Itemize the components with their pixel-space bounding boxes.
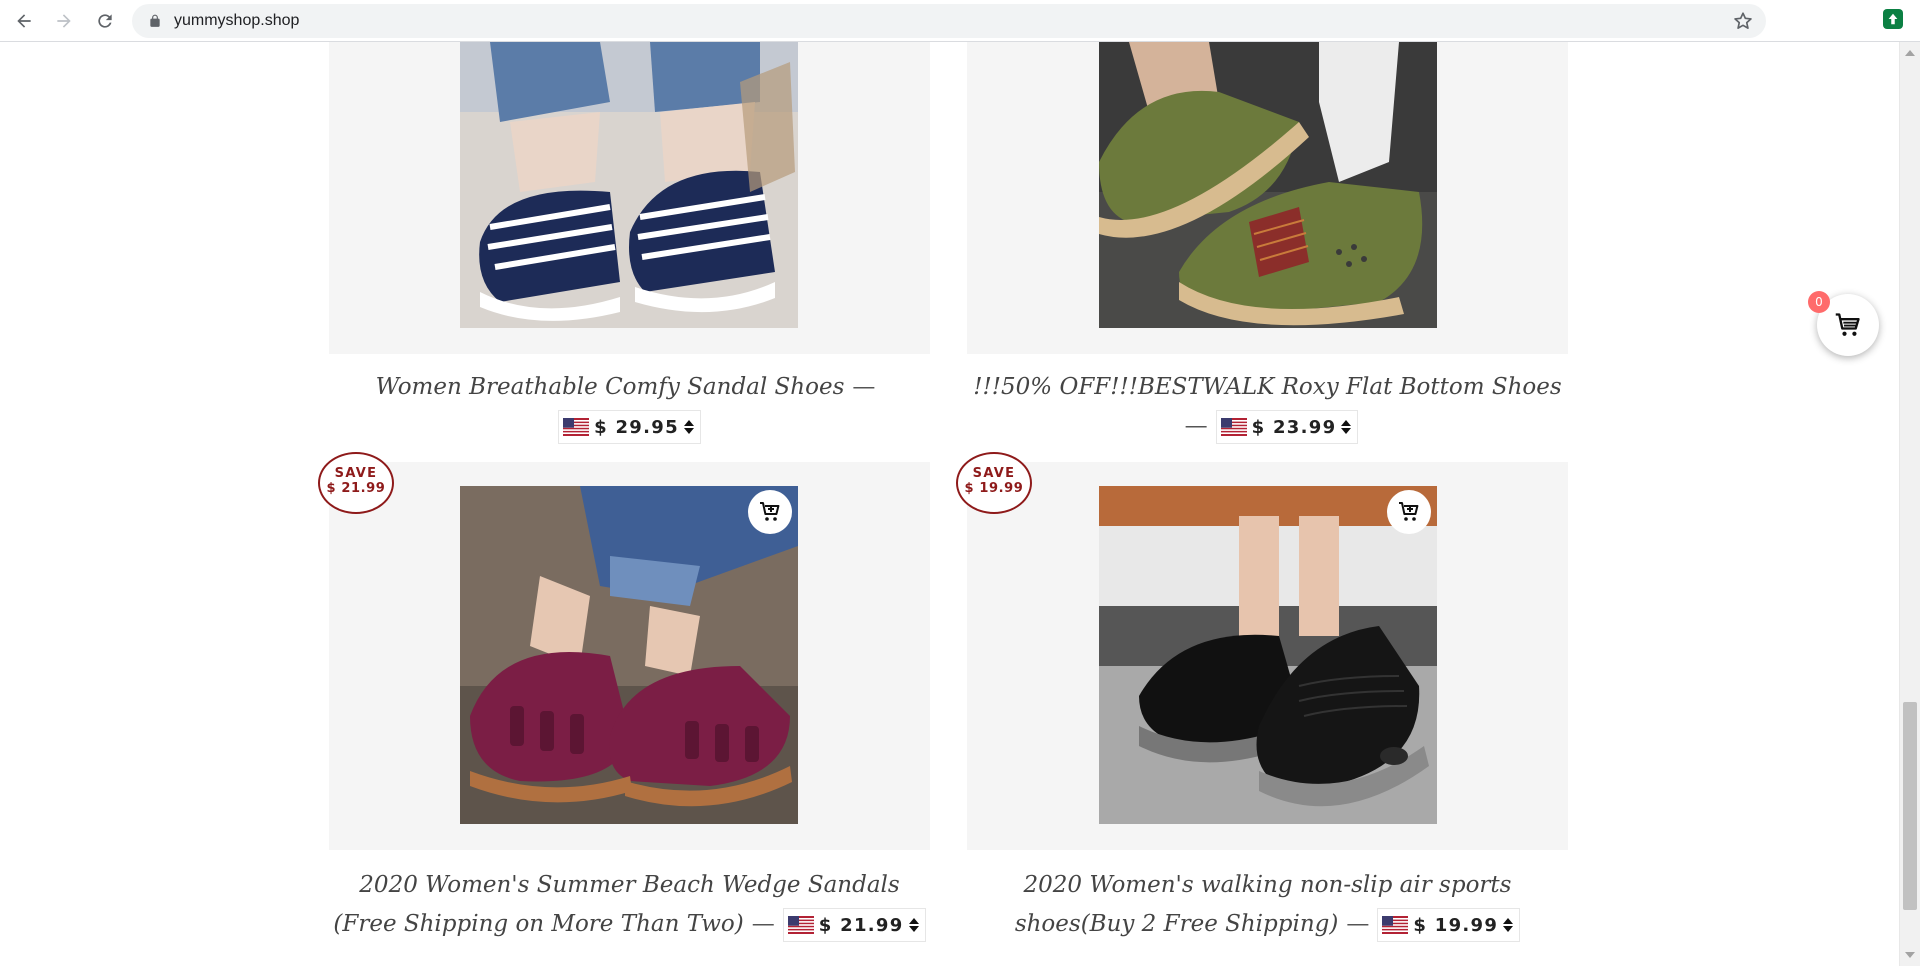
quick-add-to-cart-button[interactable] — [748, 490, 792, 534]
scrollbar-thumb[interactable] — [1903, 702, 1917, 910]
cart-icon — [1835, 313, 1860, 336]
address-bar[interactable]: yummyshop.shop — [132, 4, 1766, 38]
browser-toolbar: yummyshop.shop — [0, 0, 1920, 42]
sandal-photo — [460, 42, 798, 328]
lock-icon[interactable] — [148, 14, 162, 28]
quick-add-to-cart-button[interactable] — [1387, 490, 1431, 534]
title-separator: — — [751, 911, 775, 937]
product-image[interactable] — [460, 486, 798, 824]
us-flag-icon — [1220, 418, 1247, 436]
reload-button[interactable] — [91, 7, 119, 35]
url-text[interactable]: yummyshop.shop — [174, 12, 299, 30]
price-currency-selector[interactable]: $ 21.99 — [782, 908, 926, 942]
product-price: $ 29.95 — [594, 416, 679, 438]
us-flag-icon — [563, 418, 590, 436]
sort-caret-icon — [683, 420, 694, 434]
price-currency-selector[interactable]: $ 19.99 — [1377, 908, 1521, 942]
save-amount: $ 19.99 — [964, 481, 1024, 496]
save-badge: SAVE $ 21.99 — [318, 452, 394, 514]
product-info: 2020 Women's walking non-slip air sports… — [967, 866, 1568, 944]
save-label: SAVE — [334, 466, 378, 481]
product-price: $ 19.99 — [1413, 914, 1499, 936]
scroll-down-icon[interactable] — [1905, 952, 1915, 958]
back-button[interactable] — [10, 7, 38, 35]
title-separator: — — [852, 374, 876, 400]
product-image[interactable] — [1099, 42, 1437, 328]
sort-caret-icon — [1503, 918, 1514, 932]
forward-button[interactable] — [50, 7, 78, 35]
cart-count-badge: 0 — [1808, 291, 1830, 313]
sort-caret-icon — [908, 918, 919, 932]
extension-icon — [1888, 13, 1898, 25]
title-separator: — — [1346, 911, 1370, 937]
scroll-up-icon[interactable] — [1905, 50, 1915, 56]
back-icon — [17, 14, 31, 28]
reload-icon — [98, 14, 112, 28]
cart-plus-icon — [760, 502, 780, 521]
forward-icon — [57, 14, 71, 28]
price-currency-selector[interactable]: $ 29.95 — [558, 410, 701, 444]
product-info: !!!50% OFF!!!BESTWALK Roxy Flat Bottom S… — [967, 368, 1568, 446]
sort-caret-icon — [1341, 420, 1352, 434]
product-price: $ 21.99 — [818, 914, 904, 936]
product-title[interactable]: Women Breathable Comfy Sandal Shoes — [376, 374, 845, 400]
flat-shoe-photo — [1099, 42, 1437, 328]
us-flag-icon — [787, 916, 814, 934]
title-separator: — — [1184, 413, 1208, 439]
save-badge: SAVE $ 19.99 — [956, 452, 1032, 514]
product-image[interactable] — [1099, 486, 1437, 824]
price-currency-selector[interactable]: $ 23.99 — [1215, 410, 1359, 444]
product-title[interactable]: !!!50% OFF!!!BESTWALK Roxy Flat Bottom S… — [973, 374, 1561, 400]
product-image[interactable] — [460, 42, 798, 328]
cart-plus-icon — [1399, 502, 1419, 521]
us-flag-icon — [1382, 916, 1409, 934]
product-info: 2020 Women's Summer Beach Wedge Sandals … — [329, 866, 930, 944]
product-price: $ 23.99 — [1251, 416, 1337, 438]
save-amount: $ 21.99 — [326, 481, 386, 496]
extension-button[interactable] — [1883, 9, 1903, 29]
save-label: SAVE — [972, 466, 1016, 481]
wedge-sandal-photo — [460, 486, 798, 824]
page-scrollbar[interactable] — [1899, 42, 1920, 966]
bookmark-star-icon[interactable] — [1732, 10, 1754, 32]
product-info: Women Breathable Comfy Sandal Shoes — $ 29… — [329, 368, 930, 446]
air-sneaker-photo — [1099, 486, 1437, 824]
